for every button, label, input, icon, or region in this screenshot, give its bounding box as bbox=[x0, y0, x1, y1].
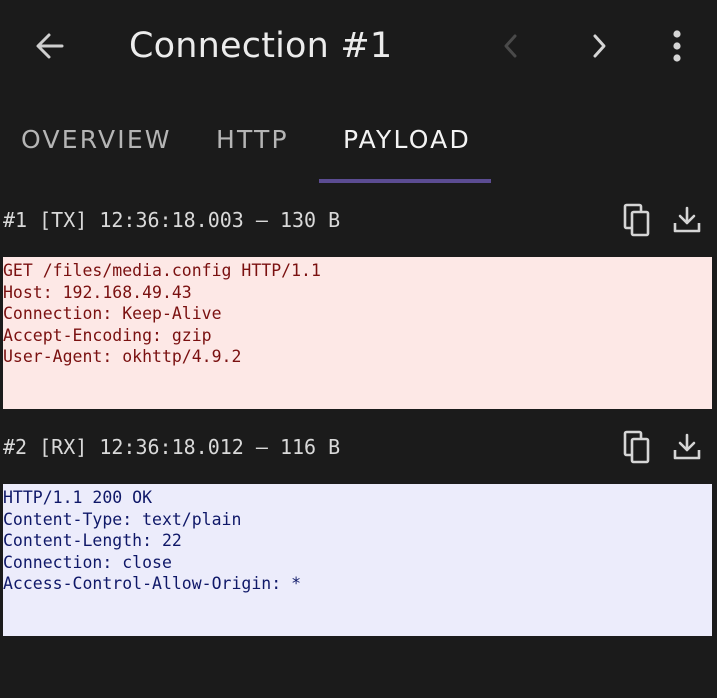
copy-button[interactable] bbox=[619, 427, 655, 467]
download-button[interactable] bbox=[669, 427, 705, 467]
back-button[interactable] bbox=[30, 26, 70, 66]
download-icon bbox=[673, 433, 701, 460]
payload-line: Connection: close bbox=[3, 552, 172, 572]
segment-label: #2 [RX] 12:36:18.012 — 116 B bbox=[3, 435, 341, 459]
download-button[interactable] bbox=[669, 200, 705, 240]
more-vert-icon bbox=[673, 30, 681, 62]
app-bar: Connection #1 bbox=[0, 0, 717, 92]
segment-header-tx: #1 [TX] 12:36:18.003 — 130 B bbox=[0, 198, 717, 244]
segment-label: #1 [TX] 12:36:18.003 — 130 B bbox=[3, 208, 341, 232]
payload-line: Content-Type: text/plain bbox=[3, 509, 242, 529]
previous-connection-button[interactable] bbox=[494, 26, 528, 66]
tab-overview[interactable]: OVERVIEW bbox=[21, 122, 172, 158]
chevron-left-icon bbox=[504, 34, 517, 58]
tab-http[interactable]: HTTP bbox=[216, 122, 289, 158]
payload-line: Content-Length: 22 bbox=[3, 531, 182, 550]
tab-payload[interactable]: PAYLOAD bbox=[343, 122, 471, 158]
payload-rx-body: HTTP/1.1 200 OK Content-Type: text/plain… bbox=[3, 484, 712, 636]
payload-line: HTTP/1.1 200 OK bbox=[3, 488, 153, 507]
payload-line: GET /files/media.config HTTP/1.1 bbox=[3, 261, 321, 280]
payload-tx-body: GET /files/media.config HTTP/1.1 Host: 1… bbox=[3, 257, 712, 409]
payload-line: Access-Control-Allow-Origin: * bbox=[3, 574, 302, 593]
payload-line: Connection: Keep-Alive bbox=[3, 304, 222, 323]
chevron-right-icon bbox=[593, 34, 606, 58]
page-title: Connection #1 bbox=[129, 26, 393, 66]
arrow-back-icon bbox=[36, 33, 64, 59]
segment-header-rx: #2 [RX] 12:36:18.012 — 116 B bbox=[0, 425, 717, 471]
download-icon bbox=[673, 206, 701, 233]
overflow-menu-button[interactable] bbox=[660, 24, 694, 68]
copy-icon bbox=[623, 203, 650, 237]
payload-line: User-Agent: okhttp/4.9.2 bbox=[3, 347, 242, 366]
next-connection-button[interactable] bbox=[582, 26, 616, 66]
tab-indicator bbox=[319, 179, 491, 183]
copy-icon bbox=[623, 430, 650, 464]
payload-line: Host: 192.168.49.43 bbox=[3, 282, 192, 302]
tab-bar: OVERVIEW HTTP PAYLOAD bbox=[0, 112, 717, 184]
copy-button[interactable] bbox=[619, 200, 655, 240]
payload-line: Accept-Encoding: gzip bbox=[3, 325, 212, 345]
